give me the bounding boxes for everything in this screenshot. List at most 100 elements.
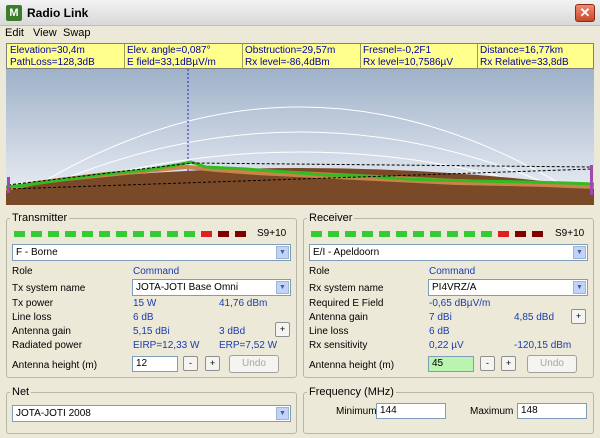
meter-segment (116, 231, 127, 237)
rx-sens-label: Rx sensitivity (309, 340, 368, 351)
tx-role-label: Role (12, 266, 33, 277)
rx-gain-plus-button[interactable]: + (571, 309, 586, 324)
meter-segment (184, 231, 195, 237)
rx-height-label: Antenna height (m) (309, 360, 395, 371)
net-value: JOTA-JOTI 2008 (16, 408, 91, 419)
meter-segment (14, 231, 25, 237)
tx-power-dbm: 41,76 dBm (219, 298, 268, 309)
rx-signal-meter (311, 231, 551, 237)
tx-gain-dbd: 3 dBd (219, 326, 246, 337)
tx-height-input[interactable]: 12 (132, 356, 178, 372)
net-select[interactable]: JOTA-JOTI 2008 ▼ (12, 405, 291, 422)
meter-segment (362, 231, 373, 237)
meter-segment (413, 231, 424, 237)
rx-system-value: PI4VRZ/A (432, 282, 477, 293)
rx-level-dbm-value: Rx level=-86,4dBm (245, 57, 330, 68)
rx-site-select[interactable]: E/I - Apeldoorn ▼ (309, 244, 588, 261)
rx-system-select[interactable]: PI4VRZ/A ▼ (428, 279, 588, 296)
tx-height-minus-button[interactable]: - (183, 356, 198, 371)
meter-segment (396, 231, 407, 237)
freq-min-input[interactable]: 144 (376, 403, 446, 419)
meter-segment (328, 231, 339, 237)
rx-line-loss-value: 6 dB (429, 326, 450, 337)
net-title: Net (10, 386, 32, 398)
app-logo-icon: M (6, 5, 22, 21)
rx-level-uv-value: Rx level=10,7586µV (363, 57, 453, 68)
meter-segment (150, 231, 161, 237)
rx-system-label: Rx system name (309, 283, 384, 294)
menu-swap[interactable]: Swap (63, 27, 91, 39)
rx-height-input[interactable]: 45 (428, 356, 474, 372)
meter-segment (532, 231, 543, 237)
rx-gain-dbd: 4,85 dBd (514, 312, 555, 323)
meter-segment (379, 231, 390, 237)
tx-role-value: Command (133, 266, 180, 277)
meter-segment (31, 231, 42, 237)
tx-eirp: EIRP=12,33 W (133, 340, 200, 351)
frequency-title: Frequency (MHz) (307, 386, 396, 398)
tx-undo-button[interactable]: Undo (229, 355, 279, 373)
freq-max-input[interactable]: 148 (517, 403, 587, 419)
meter-segment (65, 231, 76, 237)
rx-line-loss-label: Line loss (309, 326, 349, 337)
chevron-down-icon[interactable]: ▼ (573, 246, 586, 259)
meter-segment (167, 231, 178, 237)
elev-angle-value: Elev. angle=0,087° (127, 45, 211, 56)
meter-segment (430, 231, 441, 237)
chevron-down-icon[interactable]: ▼ (276, 407, 289, 420)
freq-min-label: Minimum (336, 406, 377, 417)
tx-power-label: Tx power (12, 298, 54, 309)
close-button[interactable]: ✕ (575, 4, 595, 22)
distance-value: Distance=16,77km (480, 45, 564, 56)
receiver-title: Receiver (307, 212, 355, 224)
tx-line-loss-label: Line loss (12, 312, 52, 323)
tx-line-loss-value: 6 dB (133, 312, 154, 323)
tx-height-plus-button[interactable]: + (205, 356, 220, 371)
tx-signal-meter (14, 231, 254, 237)
tx-s-level: S9+10 (257, 228, 287, 239)
meter-segment (481, 231, 492, 237)
divider (242, 44, 243, 70)
rx-sens-dbm: -120,15 dBm (514, 340, 572, 351)
rx-role-label: Role (309, 266, 330, 277)
tx-site-value: F - Borne (16, 247, 58, 258)
meter-segment (99, 231, 110, 237)
chevron-down-icon[interactable]: ▼ (573, 281, 586, 294)
link-info-panel: Elevation=30,4m Elev. angle=0,087° Obstr… (6, 43, 594, 70)
menu-view[interactable]: View (33, 27, 57, 39)
transmitter-title: Transmitter (10, 212, 70, 224)
meter-segment (498, 231, 509, 237)
meter-segment (311, 231, 322, 237)
meter-segment (82, 231, 93, 237)
tx-gain-dbi: 5,15 dBi (133, 326, 170, 337)
freq-max-label: Maximum (470, 406, 514, 417)
tx-gain-plus-button[interactable]: + (275, 322, 290, 337)
divider (477, 44, 478, 70)
rx-gain-label: Antenna gain (309, 312, 368, 323)
meter-segment (235, 231, 246, 237)
rx-req-value: -0,65 dBµV/m (429, 298, 491, 309)
title-bar: M Radio Link ✕ (0, 0, 600, 26)
rx-height-plus-button[interactable]: + (501, 356, 516, 371)
menu-edit[interactable]: Edit (5, 27, 24, 39)
tx-site-select[interactable]: F - Borne ▼ (12, 244, 291, 261)
rx-s-level: S9+10 (555, 228, 585, 239)
rx-undo-button[interactable]: Undo (527, 355, 577, 373)
chevron-down-icon[interactable]: ▼ (276, 281, 289, 294)
rx-req-label: Required E Field (309, 298, 384, 309)
chevron-down-icon[interactable]: ▼ (276, 246, 289, 259)
tx-system-value: JOTA-JOTI Base Omni (136, 282, 239, 293)
tx-gain-label: Antenna gain (12, 326, 71, 337)
fresnel-value: Fresnel=-0,2F1 (363, 45, 432, 56)
pathloss-value: PathLoss=128,3dB (10, 57, 95, 68)
obstruction-value: Obstruction=29,57m (245, 45, 336, 56)
tx-radiated-label: Radiated power (12, 340, 83, 351)
terrain-profile-graph[interactable] (6, 69, 594, 205)
rx-height-minus-button[interactable]: - (480, 356, 495, 371)
meter-segment (201, 231, 212, 237)
tx-system-select[interactable]: JOTA-JOTI Base Omni ▼ (132, 279, 291, 296)
menu-bar: Edit View Swap (0, 26, 600, 42)
rx-relative-value: Rx Relative=33,8dB (480, 57, 569, 68)
rx-sens-uv: 0,22 µV (429, 340, 464, 351)
divider (124, 44, 125, 70)
